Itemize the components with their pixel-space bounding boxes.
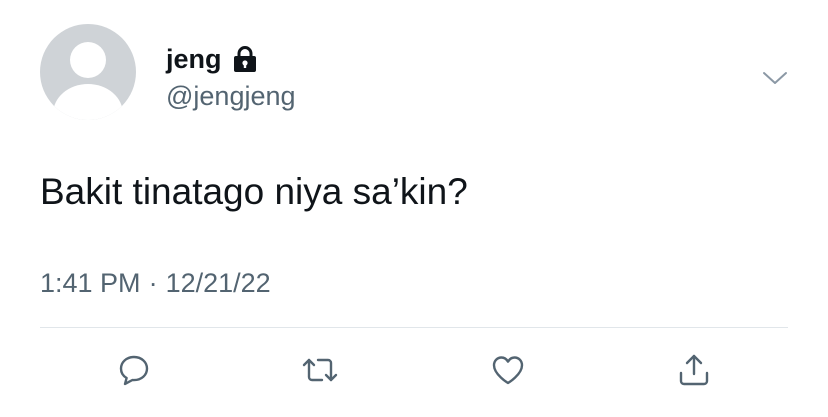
tweet-text: Bakit tinatago niya sa’kin? — [40, 171, 468, 212]
tweet-card: jeng @jengjeng Bakit tinatago niya sa’ki… — [0, 0, 828, 417]
share-icon — [679, 354, 709, 386]
avatar-body-shape — [53, 84, 123, 120]
heart-icon — [492, 356, 524, 385]
reply-icon — [119, 355, 149, 386]
reply-button[interactable] — [114, 350, 154, 390]
display-name[interactable]: jeng — [166, 45, 222, 73]
divider — [40, 327, 788, 328]
avatar[interactable] — [40, 24, 136, 120]
user-name-row: jeng — [166, 42, 258, 76]
tweet-timestamp[interactable]: 1:41 PM · 12/21/22 — [40, 270, 271, 297]
chevron-down-icon[interactable] — [762, 68, 788, 88]
tweet-date: 12/21/22 — [165, 268, 271, 298]
retweet-icon — [302, 358, 338, 382]
share-button[interactable] — [674, 350, 714, 390]
lock-icon — [233, 46, 256, 72]
retweet-button[interactable] — [300, 350, 340, 390]
avatar-head-shape — [70, 42, 106, 78]
user-handle[interactable]: @jengjeng — [166, 83, 296, 110]
tweet-time: 1:41 PM — [40, 268, 141, 298]
timestamp-separator: · — [148, 268, 158, 298]
like-button[interactable] — [488, 350, 528, 390]
